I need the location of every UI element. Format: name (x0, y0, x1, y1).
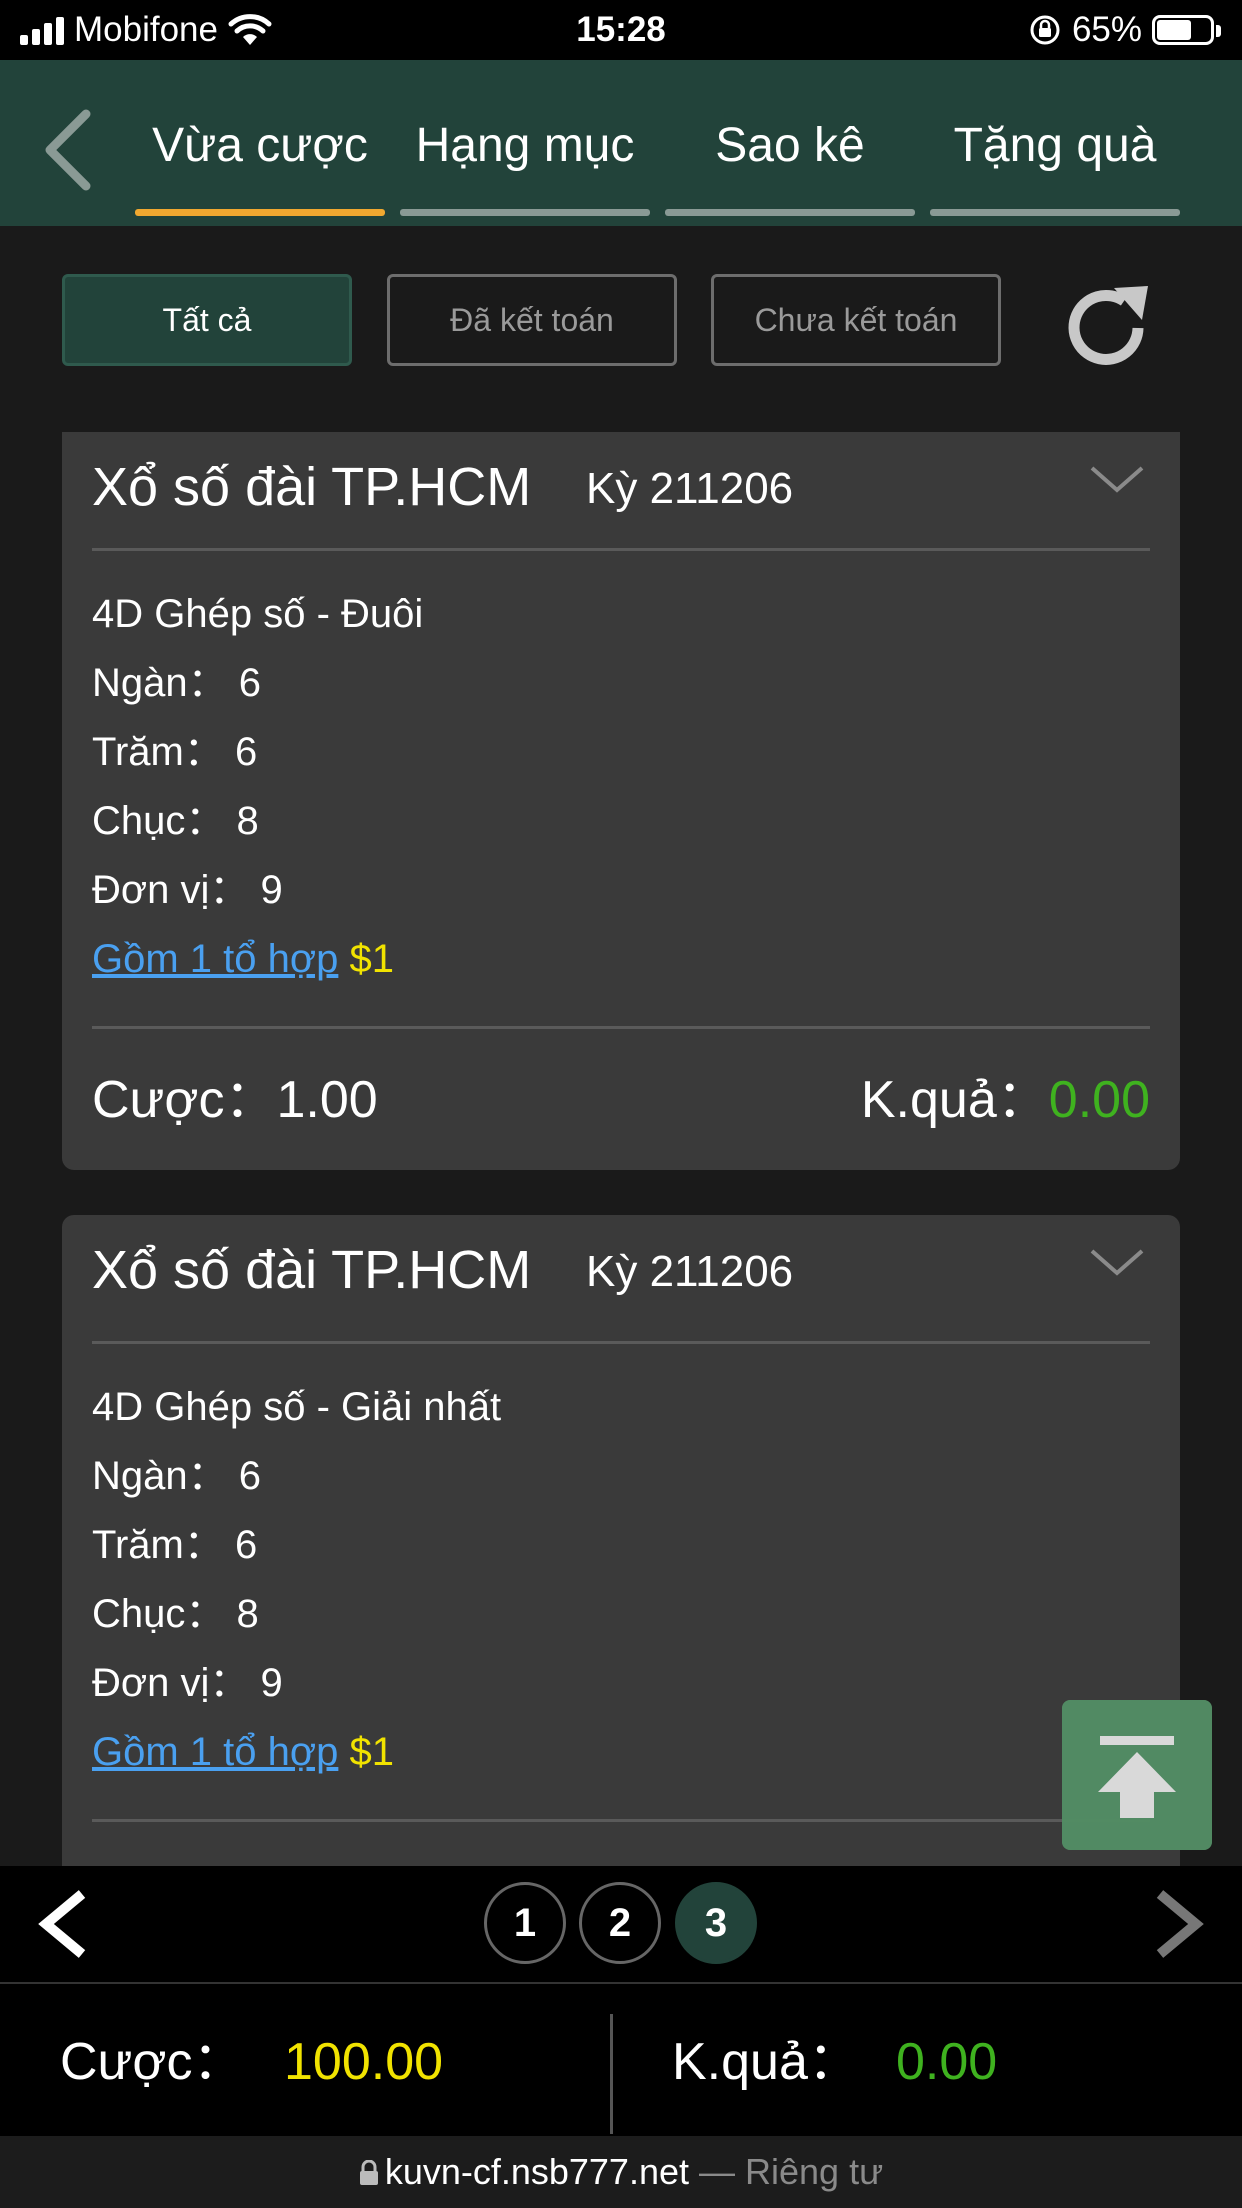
screen: Mobifone 15:28 65% Vừa cược Hạng mục Sao… (0, 0, 1242, 2208)
url-privacy: — Riêng tư (689, 2151, 884, 2192)
tab-underline (665, 209, 915, 216)
card-title: Xổ số đài TP.HCM (92, 1240, 532, 1300)
scroll-to-top-icon[interactable] (1062, 1700, 1212, 1850)
tab-hang-muc[interactable]: Hạng mục (400, 105, 650, 187)
battery-icon (1152, 13, 1222, 47)
lock-icon (359, 2138, 379, 2185)
digit-row: Đơn vị： 9 (92, 868, 283, 912)
totals-bar: Cược： 100.00 K.quả： 0.00 (0, 1982, 1242, 2136)
tab-underline (400, 209, 650, 216)
digit-row: Trăm： 6 (92, 730, 258, 774)
filter-unsettled-button[interactable]: Chưa kết toán (711, 274, 1001, 366)
digit-row: Chục： 8 (92, 799, 259, 843)
prev-page-icon[interactable] (30, 1888, 100, 1960)
chevron-down-icon[interactable] (1088, 462, 1146, 496)
combo-amount: $1 (349, 937, 394, 981)
rotation-lock-icon (1030, 15, 1060, 45)
digit-row: Ngàn： 6 (92, 661, 261, 705)
divider (92, 1341, 1150, 1344)
divider (610, 2014, 613, 2134)
combo-amount: $1 (349, 1730, 394, 1774)
combo-row: Gồm 1 tổ hợp $1 (92, 929, 394, 989)
status-right: 65% (1028, 0, 1222, 60)
page-button-1[interactable]: 1 (484, 1882, 566, 1964)
divider (92, 548, 1150, 551)
total-result-label: K.quả： (672, 2033, 860, 2091)
url-host: kuvn-cf.nsb777.net (384, 2151, 690, 2192)
card-period: Kỳ 211206 (586, 1247, 794, 1296)
bet-card: Xổ số đài TP.HCM Kỳ 211206 4D Ghép số - … (62, 1215, 1180, 1866)
total-result-value: 0.00 (896, 2033, 998, 2091)
digit-row: Ngàn： 6 (92, 1454, 261, 1498)
combo-link[interactable]: Gồm 1 tổ hợp (92, 1730, 338, 1774)
next-page-icon[interactable] (1142, 1888, 1212, 1960)
bet-card: Xổ số đài TP.HCM Kỳ 211206 4D Ghép số - … (62, 432, 1180, 1170)
card-bet: Cược：1.00 (92, 1071, 378, 1129)
divider (92, 1026, 1150, 1029)
refresh-icon[interactable] (1058, 280, 1154, 376)
tab-tang-qua[interactable]: Tặng quà (930, 105, 1180, 187)
chevron-down-icon[interactable] (1088, 1245, 1146, 1279)
bet-type: 4D Ghép số - Đuôi (92, 592, 424, 636)
status-bar: Mobifone 15:28 65% (0, 0, 1242, 60)
filter-settled-button[interactable]: Đã kết toán (387, 274, 677, 366)
card-title: Xổ số đài TP.HCM (92, 457, 532, 517)
digit-row: Chục： 8 (92, 1592, 259, 1636)
tab-vua-cuoc[interactable]: Vừa cược (135, 105, 385, 187)
page-button-2[interactable]: 2 (579, 1882, 661, 1964)
digit-row: Trăm： 6 (92, 1523, 258, 1567)
battery-percent: 65% (1071, 10, 1142, 49)
page-button-3[interactable]: 3 (675, 1882, 757, 1964)
bet-type: 4D Ghép số - Giải nhất (92, 1385, 502, 1429)
total-bet-value: 100.00 (284, 2033, 444, 2091)
tab-underline (930, 209, 1180, 216)
pagination: 1 2 3 (0, 1866, 1242, 1982)
digit-row: Đơn vị： 9 (92, 1661, 283, 1705)
back-chevron-icon[interactable] (30, 100, 110, 200)
combo-row: Gồm 1 tổ hợp $1 (92, 1722, 394, 1782)
divider (92, 1819, 1150, 1822)
card-period: Kỳ 211206 (586, 464, 794, 513)
url-bar[interactable]: kuvn-cf.nsb777.net — Riêng tư (0, 2136, 1242, 2208)
tab-underline-active (135, 209, 385, 216)
tab-sao-ke[interactable]: Sao kê (665, 105, 915, 187)
top-nav: Vừa cược Hạng mục Sao kê Tặng quà (0, 60, 1242, 226)
battery-level (1157, 20, 1191, 40)
combo-link[interactable]: Gồm 1 tổ hợp (92, 937, 338, 981)
total-bet-label: Cược： (60, 2033, 245, 2091)
card-result: K.quả：0.00 (860, 1071, 1150, 1129)
filter-all-button[interactable]: Tất cả (62, 274, 352, 366)
